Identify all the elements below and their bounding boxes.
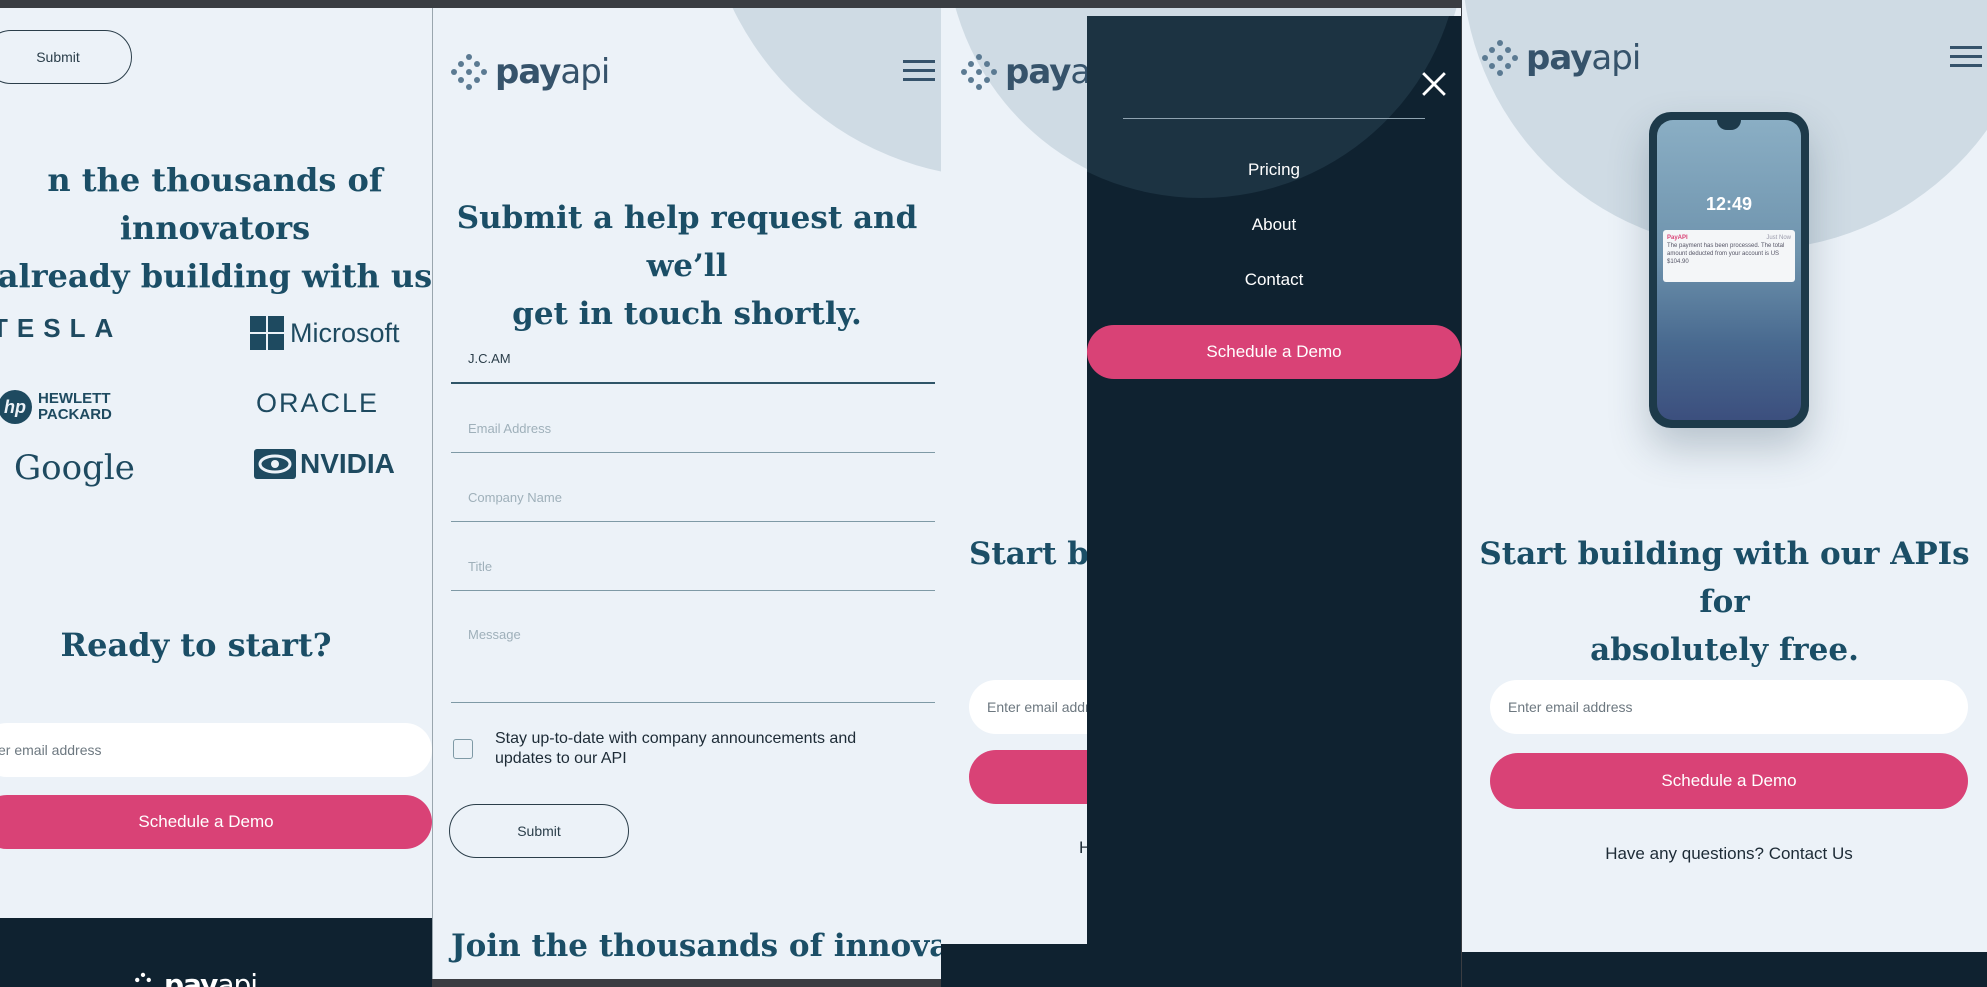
panel-mobile-menu: payapi Start bu Enter email addr H Prici… (941, 8, 1461, 987)
decorative-circle (703, 8, 941, 178)
submit-button[interactable]: Submit (0, 30, 132, 84)
menu-item-pricing[interactable]: Pricing (1087, 160, 1461, 180)
logo-dots-icon (451, 54, 487, 90)
company-field[interactable]: Company Name (451, 453, 935, 522)
menu-item-contact[interactable]: Contact (1087, 270, 1461, 290)
menu-hamburger-icon[interactable] (1950, 46, 1982, 68)
menu-item-about[interactable]: About (1087, 215, 1461, 235)
payment-notification: PayAPI Just Now The payment has been pro… (1663, 230, 1795, 282)
menu-hamburger-icon[interactable] (903, 60, 935, 82)
email-input[interactable]: er email address (0, 723, 432, 777)
title-field[interactable]: Title (451, 522, 935, 591)
oracle-logo: ORACLE (256, 388, 380, 418)
schedule-demo-button[interactable]: Schedule a Demo (1490, 753, 1968, 809)
hp-logo: hp HEWLETT PACKARD (0, 390, 112, 424)
footer-logo: payapi (130, 968, 258, 987)
payapi-logo[interactable]: payapi (451, 52, 610, 92)
nvidia-eye-icon (254, 449, 296, 479)
phone-notch (1717, 120, 1741, 130)
phone-screen: 12:49 PayAPI Just Now The payment has be… (1657, 120, 1801, 420)
phone-mockup: 12:49 PayAPI Just Now The payment has be… (1649, 112, 1809, 428)
tesla-logo: TESLA (0, 313, 123, 343)
logo-dots-icon (135, 972, 151, 982)
panel-partners: Submit n the thousands of innovators alr… (0, 8, 432, 987)
menu-schedule-demo-button[interactable]: Schedule a Demo (1087, 325, 1461, 379)
nav-menu-overlay: Pricing About Contact Schedule a Demo (1087, 16, 1461, 987)
panel-contact-form: payapi Submit a help request and we’ll g… (432, 8, 942, 979)
join-heading: Join the thousands of innovators (451, 928, 941, 964)
logo-dots-icon (1482, 40, 1518, 76)
ready-heading: Ready to start? (60, 626, 332, 664)
microsoft-icon (250, 316, 284, 350)
panel-home: payapi 12:49 PayAPI Just Now The payment… (1462, 0, 1987, 987)
email-field[interactable]: Email Address (451, 384, 935, 453)
name-field[interactable]: J.C.AM (451, 318, 935, 384)
newsletter-checkbox[interactable] (453, 739, 473, 759)
schedule-demo-button[interactable]: Schedule a Demo (0, 795, 432, 849)
partners-heading: n the thousands of innovators already bu… (0, 161, 432, 295)
close-icon[interactable] (1421, 71, 1447, 97)
payapi-logo[interactable]: payapi (1482, 38, 1641, 78)
hp-icon: hp (0, 390, 32, 424)
logo-dots-icon (961, 54, 997, 90)
phone-time: 12:49 (1705, 194, 1753, 214)
hero-heading: Start building with our APIs for absolut… (1479, 536, 1970, 668)
microsoft-logo: Microsoft (250, 316, 400, 350)
footer (1462, 952, 1987, 987)
contact-prompt[interactable]: Have any questions? Contact Us (1462, 844, 1987, 864)
google-logo: Google (14, 448, 135, 488)
message-field[interactable]: Message (451, 591, 935, 703)
menu-divider (1123, 118, 1425, 119)
submit-button[interactable]: Submit (449, 804, 629, 858)
email-input[interactable]: Enter email address (1490, 680, 1968, 734)
nvidia-logo: NVIDIA (254, 448, 395, 480)
form-heading: Submit a help request and we’ll get in t… (456, 200, 918, 332)
footer: payapi (0, 918, 432, 987)
newsletter-label: Stay up-to-date with company announcemen… (495, 730, 857, 767)
